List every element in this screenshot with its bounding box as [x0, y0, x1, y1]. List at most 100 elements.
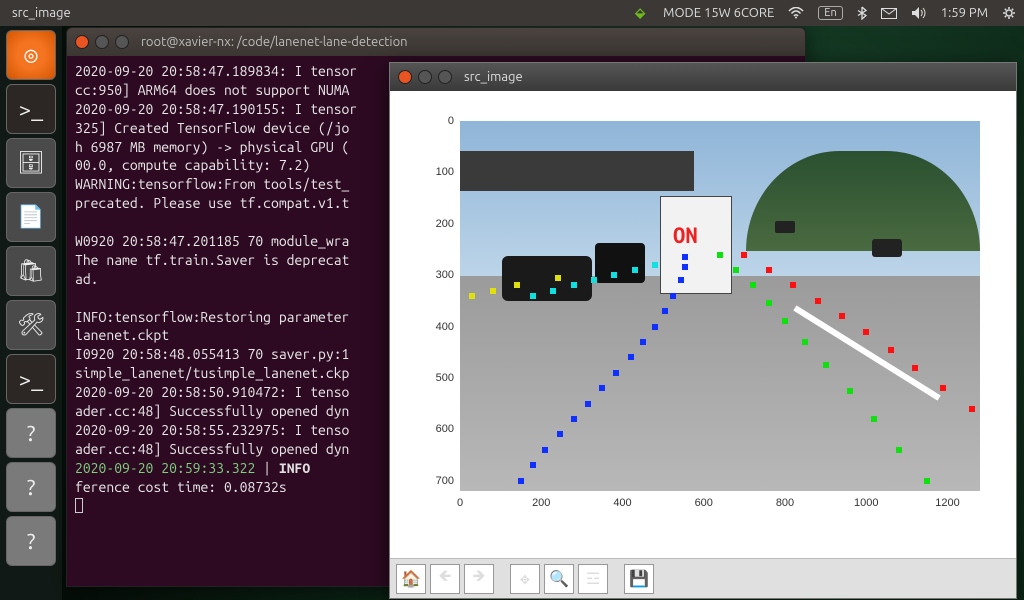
lane-point	[585, 401, 591, 407]
y-tick: 200	[414, 218, 454, 230]
lane-point	[871, 416, 877, 422]
lane-point	[591, 277, 597, 283]
terminal-title: root@xavier-nx: /code/lanenet-lane-detec…	[141, 35, 408, 49]
x-tick: 1000	[846, 497, 886, 509]
text-editor-launcher[interactable]: 📄	[6, 192, 56, 242]
lane-point	[682, 254, 688, 260]
minimize-icon[interactable]	[95, 35, 109, 49]
lane-point	[678, 277, 684, 283]
lane-point	[766, 267, 772, 273]
lane-point	[530, 462, 536, 468]
lane-point	[662, 308, 668, 314]
mpl-title: src_image	[464, 70, 523, 84]
lane-point	[782, 318, 788, 324]
lane-point	[815, 298, 821, 304]
help2-launcher[interactable]: ?	[6, 462, 56, 512]
forward-button[interactable]: 🡺	[464, 564, 494, 594]
y-tick: 300	[414, 269, 454, 281]
settings-launcher[interactable]: 🛠	[6, 300, 56, 350]
home-button[interactable]: 🏠	[396, 564, 426, 594]
lane-point	[790, 282, 796, 288]
lane-point	[750, 282, 756, 288]
lane-point	[557, 431, 563, 437]
lane-point	[632, 267, 638, 273]
subplots-button[interactable]: ☲	[578, 564, 608, 594]
lane-point	[611, 272, 617, 278]
x-tick: 1200	[928, 497, 968, 509]
close-icon[interactable]	[75, 35, 89, 49]
lane-point	[555, 275, 561, 281]
back-button[interactable]: 🡸	[430, 564, 460, 594]
lane-point	[863, 329, 869, 335]
minimize-icon[interactable]	[418, 70, 432, 84]
active-window-title: src_image	[12, 6, 71, 20]
help1-launcher[interactable]: ?	[6, 408, 56, 458]
clock[interactable]: 1:59 PM	[941, 6, 988, 20]
terminal-launcher[interactable]: >_	[6, 84, 56, 134]
lane-point	[682, 264, 688, 270]
x-tick: 400	[603, 497, 643, 509]
plot-image	[460, 121, 980, 491]
lane-point	[571, 416, 577, 422]
maximize-icon[interactable]	[438, 70, 452, 84]
lane-point	[469, 293, 475, 299]
lane-point	[847, 388, 853, 394]
pan-button[interactable]: ✥	[510, 564, 540, 594]
y-tick: 100	[414, 166, 454, 178]
maximize-icon[interactable]	[115, 35, 129, 49]
mpl-canvas[interactable]: 0100200300400500600700 02004006008001000…	[390, 91, 1016, 558]
lane-point	[571, 282, 577, 288]
lane-point	[542, 447, 548, 453]
volume-icon[interactable]	[911, 6, 927, 20]
mpl-titlebar[interactable]: src_image	[390, 63, 1016, 91]
unity-launcher: ◎>_🗄📄🛍🛠>_???	[0, 26, 62, 600]
lane-point	[514, 282, 520, 288]
lane-point	[924, 478, 930, 484]
lane-point	[670, 293, 676, 299]
lane-point	[652, 324, 658, 330]
terminal2-launcher[interactable]: >_	[6, 354, 56, 404]
lane-point	[518, 478, 524, 484]
lane-point	[766, 300, 772, 306]
lane-point	[490, 288, 496, 294]
lane-point	[888, 347, 894, 353]
ubuntu-dash-launcher[interactable]: ◎	[6, 30, 56, 80]
lane-point	[599, 385, 605, 391]
lane-point	[733, 267, 739, 273]
lane-point	[640, 339, 646, 345]
lane-point	[741, 252, 747, 258]
mail-icon[interactable]	[881, 8, 897, 19]
lane-point	[839, 313, 845, 319]
lane-point	[717, 252, 723, 258]
software-launcher[interactable]: 🛍	[6, 246, 56, 296]
truck-graphic	[660, 196, 732, 294]
x-tick: 800	[765, 497, 805, 509]
lane-point	[613, 370, 619, 376]
save-button[interactable]: 💾	[624, 564, 654, 594]
power-mode[interactable]: MODE 15W 6CORE	[663, 6, 774, 20]
lane-point	[802, 339, 808, 345]
bluetooth-icon[interactable]	[857, 6, 867, 20]
lane-point	[823, 362, 829, 368]
wifi-icon[interactable]	[788, 7, 804, 19]
y-tick: 700	[414, 475, 454, 487]
lane-point	[896, 447, 902, 453]
zoom-button[interactable]: 🔍	[544, 564, 574, 594]
files-launcher[interactable]: 🗄	[6, 138, 56, 188]
lane-point	[652, 262, 658, 268]
x-tick: 0	[440, 497, 480, 509]
language-indicator[interactable]: En	[818, 6, 842, 20]
terminal-titlebar[interactable]: root@xavier-nx: /code/lanenet-lane-detec…	[67, 28, 805, 56]
y-tick: 500	[414, 372, 454, 384]
gear-icon[interactable]	[1002, 6, 1016, 20]
y-tick: 0	[414, 115, 454, 127]
close-icon[interactable]	[398, 70, 412, 84]
system-indicators: ⬙ MODE 15W 6CORE En 1:59 PM	[635, 6, 1016, 21]
lane-point	[969, 406, 975, 412]
mpl-toolbar: 🏠🡸🡺 ✥🔍☲ 💾	[390, 558, 1016, 598]
lane-point	[912, 365, 918, 371]
help3-launcher[interactable]: ?	[6, 516, 56, 566]
nvidia-icon: ⬙	[635, 6, 645, 21]
top-menubar: src_image ⬙ MODE 15W 6CORE En 1:59 PM	[0, 0, 1024, 26]
y-tick: 600	[414, 423, 454, 435]
